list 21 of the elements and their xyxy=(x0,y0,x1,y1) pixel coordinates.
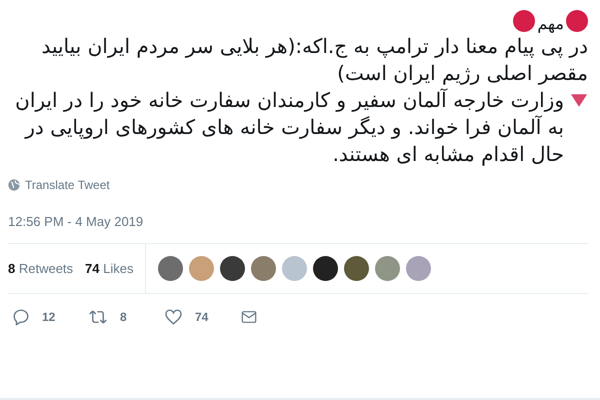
reply-button[interactable]: 12 xyxy=(8,306,84,328)
circle-emoji-icon xyxy=(513,10,536,32)
avatar-placeholder[interactable] xyxy=(220,256,246,281)
like-button[interactable]: 74 xyxy=(160,306,236,328)
speech-bubble-icon xyxy=(12,308,30,326)
tweet-timestamp: 12:56 PM - 4 May 2019 xyxy=(8,214,588,244)
triangle-icon xyxy=(570,93,588,108)
tweet-text: در پی پیام معنا دار ترامپ به ج.اکه:(هر بلایی سر مردم ایران بیایید مقصر اصلی رژیم ایران است) xyxy=(40,33,588,87)
tweet-label: مهم xyxy=(537,13,564,33)
tweet-text: وزارت خارجه آلمان سفیر و کارمندان سفارت خانه خود را در ایران به آلمان فرا خواند. و دیگر سفارت خانه های کشورهای اروپایی در حال اقدام مشابه ای هستند. xyxy=(14,87,564,168)
heart-icon xyxy=(164,308,183,326)
translate-link[interactable]: Translate Tweet xyxy=(8,178,110,192)
globe-icon xyxy=(8,179,20,191)
avatar-placeholder[interactable] xyxy=(344,256,370,281)
retweets-count-link[interactable]: 8 Retweets xyxy=(8,261,74,276)
avatar-placeholder[interactable] xyxy=(313,256,338,281)
retweet-button[interactable]: 8 xyxy=(84,306,160,328)
likes-count-link[interactable]: 74 Likes xyxy=(85,261,134,276)
retweet-icon xyxy=(88,308,108,326)
circle-emoji-icon xyxy=(566,10,588,32)
envelope-icon xyxy=(240,309,258,325)
